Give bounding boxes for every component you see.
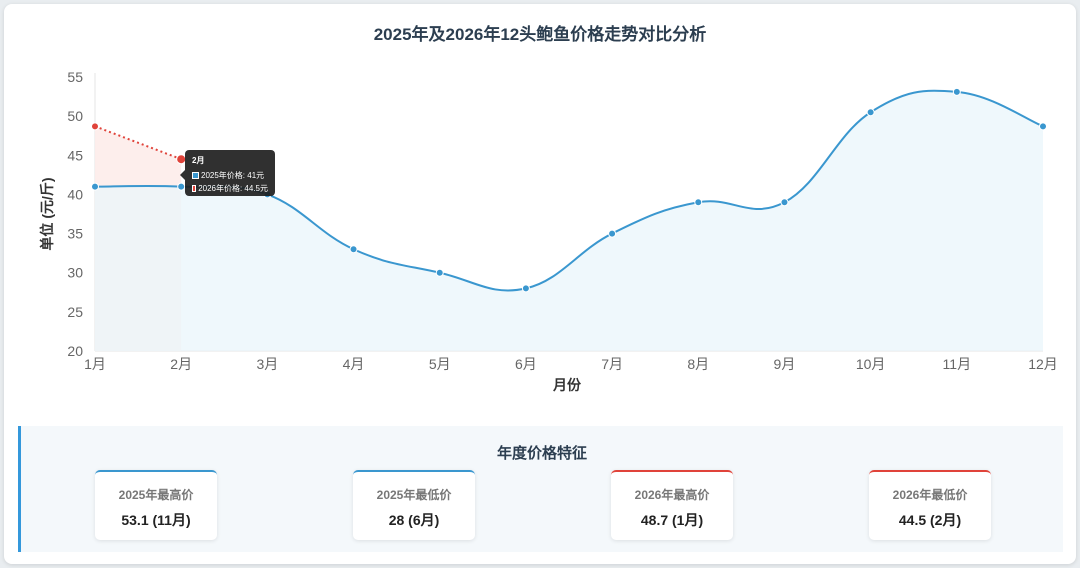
- tooltip-text-2025: 2025年价格: 41元: [201, 171, 265, 180]
- y-tick-label: 55: [67, 69, 83, 85]
- x-tick-label: 10月: [856, 356, 886, 372]
- point-2025-11: [952, 87, 961, 96]
- point-2025-8: [694, 198, 703, 207]
- x-tick-label: 11月: [943, 356, 972, 372]
- stat-label: 2025年最低价: [376, 488, 452, 502]
- stat-card-2025-max: 2025年最高价 53.1 (11月): [95, 470, 217, 540]
- chart-tooltip: 2月 2025年价格: 41元 2026年价格: 44.5元: [185, 150, 275, 196]
- y-axis-title: 单位 (元/斤): [39, 177, 55, 250]
- tooltip-row-2026: 2026年价格: 44.5元: [192, 183, 268, 194]
- stat-card-2026-min: 2026年最低价 44.5 (2月): [869, 470, 991, 540]
- y-tick-label: 20: [67, 343, 83, 359]
- x-axis-title: 月份: [552, 377, 582, 393]
- tooltip-title: 2月: [192, 156, 205, 165]
- point-2025-7: [608, 229, 617, 238]
- line-chart: 20 25 30 35 40 45 50 55 1月 2月 3月 4月 5月 6月 7月 8月 9月 10月 11月…: [39, 69, 1058, 393]
- tooltip-row-2025: 2025年价格: 41元: [192, 170, 268, 181]
- x-tick-label: 7月: [601, 356, 623, 372]
- x-tick-label: 9月: [774, 356, 796, 372]
- tooltip-text-2026: 2026年价格: 44.5元: [198, 184, 268, 193]
- point-2025-12: [1039, 122, 1047, 131]
- stat-value: 53.1 (11月): [121, 512, 191, 528]
- y-tick-label: 25: [67, 304, 83, 320]
- tooltip-swatch-2025: [192, 172, 199, 179]
- y-tick-label: 45: [67, 147, 83, 163]
- x-tick-label: 12月: [1028, 356, 1058, 372]
- annual-summary-panel: 年度价格特征 2025年最高价 53.1 (11月) 2025年最低价 28 (…: [18, 426, 1063, 552]
- point-2025-5: [435, 268, 444, 277]
- point-2025-10: [866, 108, 875, 117]
- stat-card-2025-min: 2025年最低价 28 (6月): [353, 470, 475, 540]
- point-2025-9: [780, 198, 789, 207]
- x-tick-label: 2月: [170, 356, 192, 372]
- y-tick-label: 30: [67, 265, 83, 281]
- stat-card-2026-max: 2026年最高价 48.7 (1月): [611, 470, 733, 540]
- area-2025: [95, 90, 1043, 351]
- x-tick-label: 5月: [429, 356, 451, 372]
- stat-value: 44.5 (2月): [898, 512, 962, 528]
- stat-value: 28 (6月): [388, 512, 440, 528]
- x-tick-label: 4月: [343, 356, 365, 372]
- point-2026-1: [91, 122, 99, 131]
- point-2025-1: [91, 182, 99, 191]
- x-tick-label: 8月: [687, 356, 709, 372]
- x-tick-label: 6月: [515, 356, 537, 372]
- stat-label: 2025年最高价: [118, 488, 194, 502]
- point-2025-2: [177, 182, 186, 191]
- stat-label: 2026年最低价: [892, 488, 968, 502]
- stat-label: 2026年最高价: [634, 488, 710, 502]
- point-2025-4: [349, 245, 358, 254]
- x-tick-label: 3月: [256, 356, 278, 372]
- point-2025-6: [521, 284, 530, 293]
- y-tick-label: 35: [67, 226, 83, 242]
- y-tick-label: 50: [67, 108, 83, 124]
- stat-value: 48.7 (1月): [640, 512, 704, 528]
- x-tick-label: 1月: [84, 356, 106, 372]
- y-tick-label: 40: [67, 186, 83, 202]
- tooltip-swatch-2026: [192, 185, 197, 192]
- summary-title: 年度价格特征: [496, 445, 587, 462]
